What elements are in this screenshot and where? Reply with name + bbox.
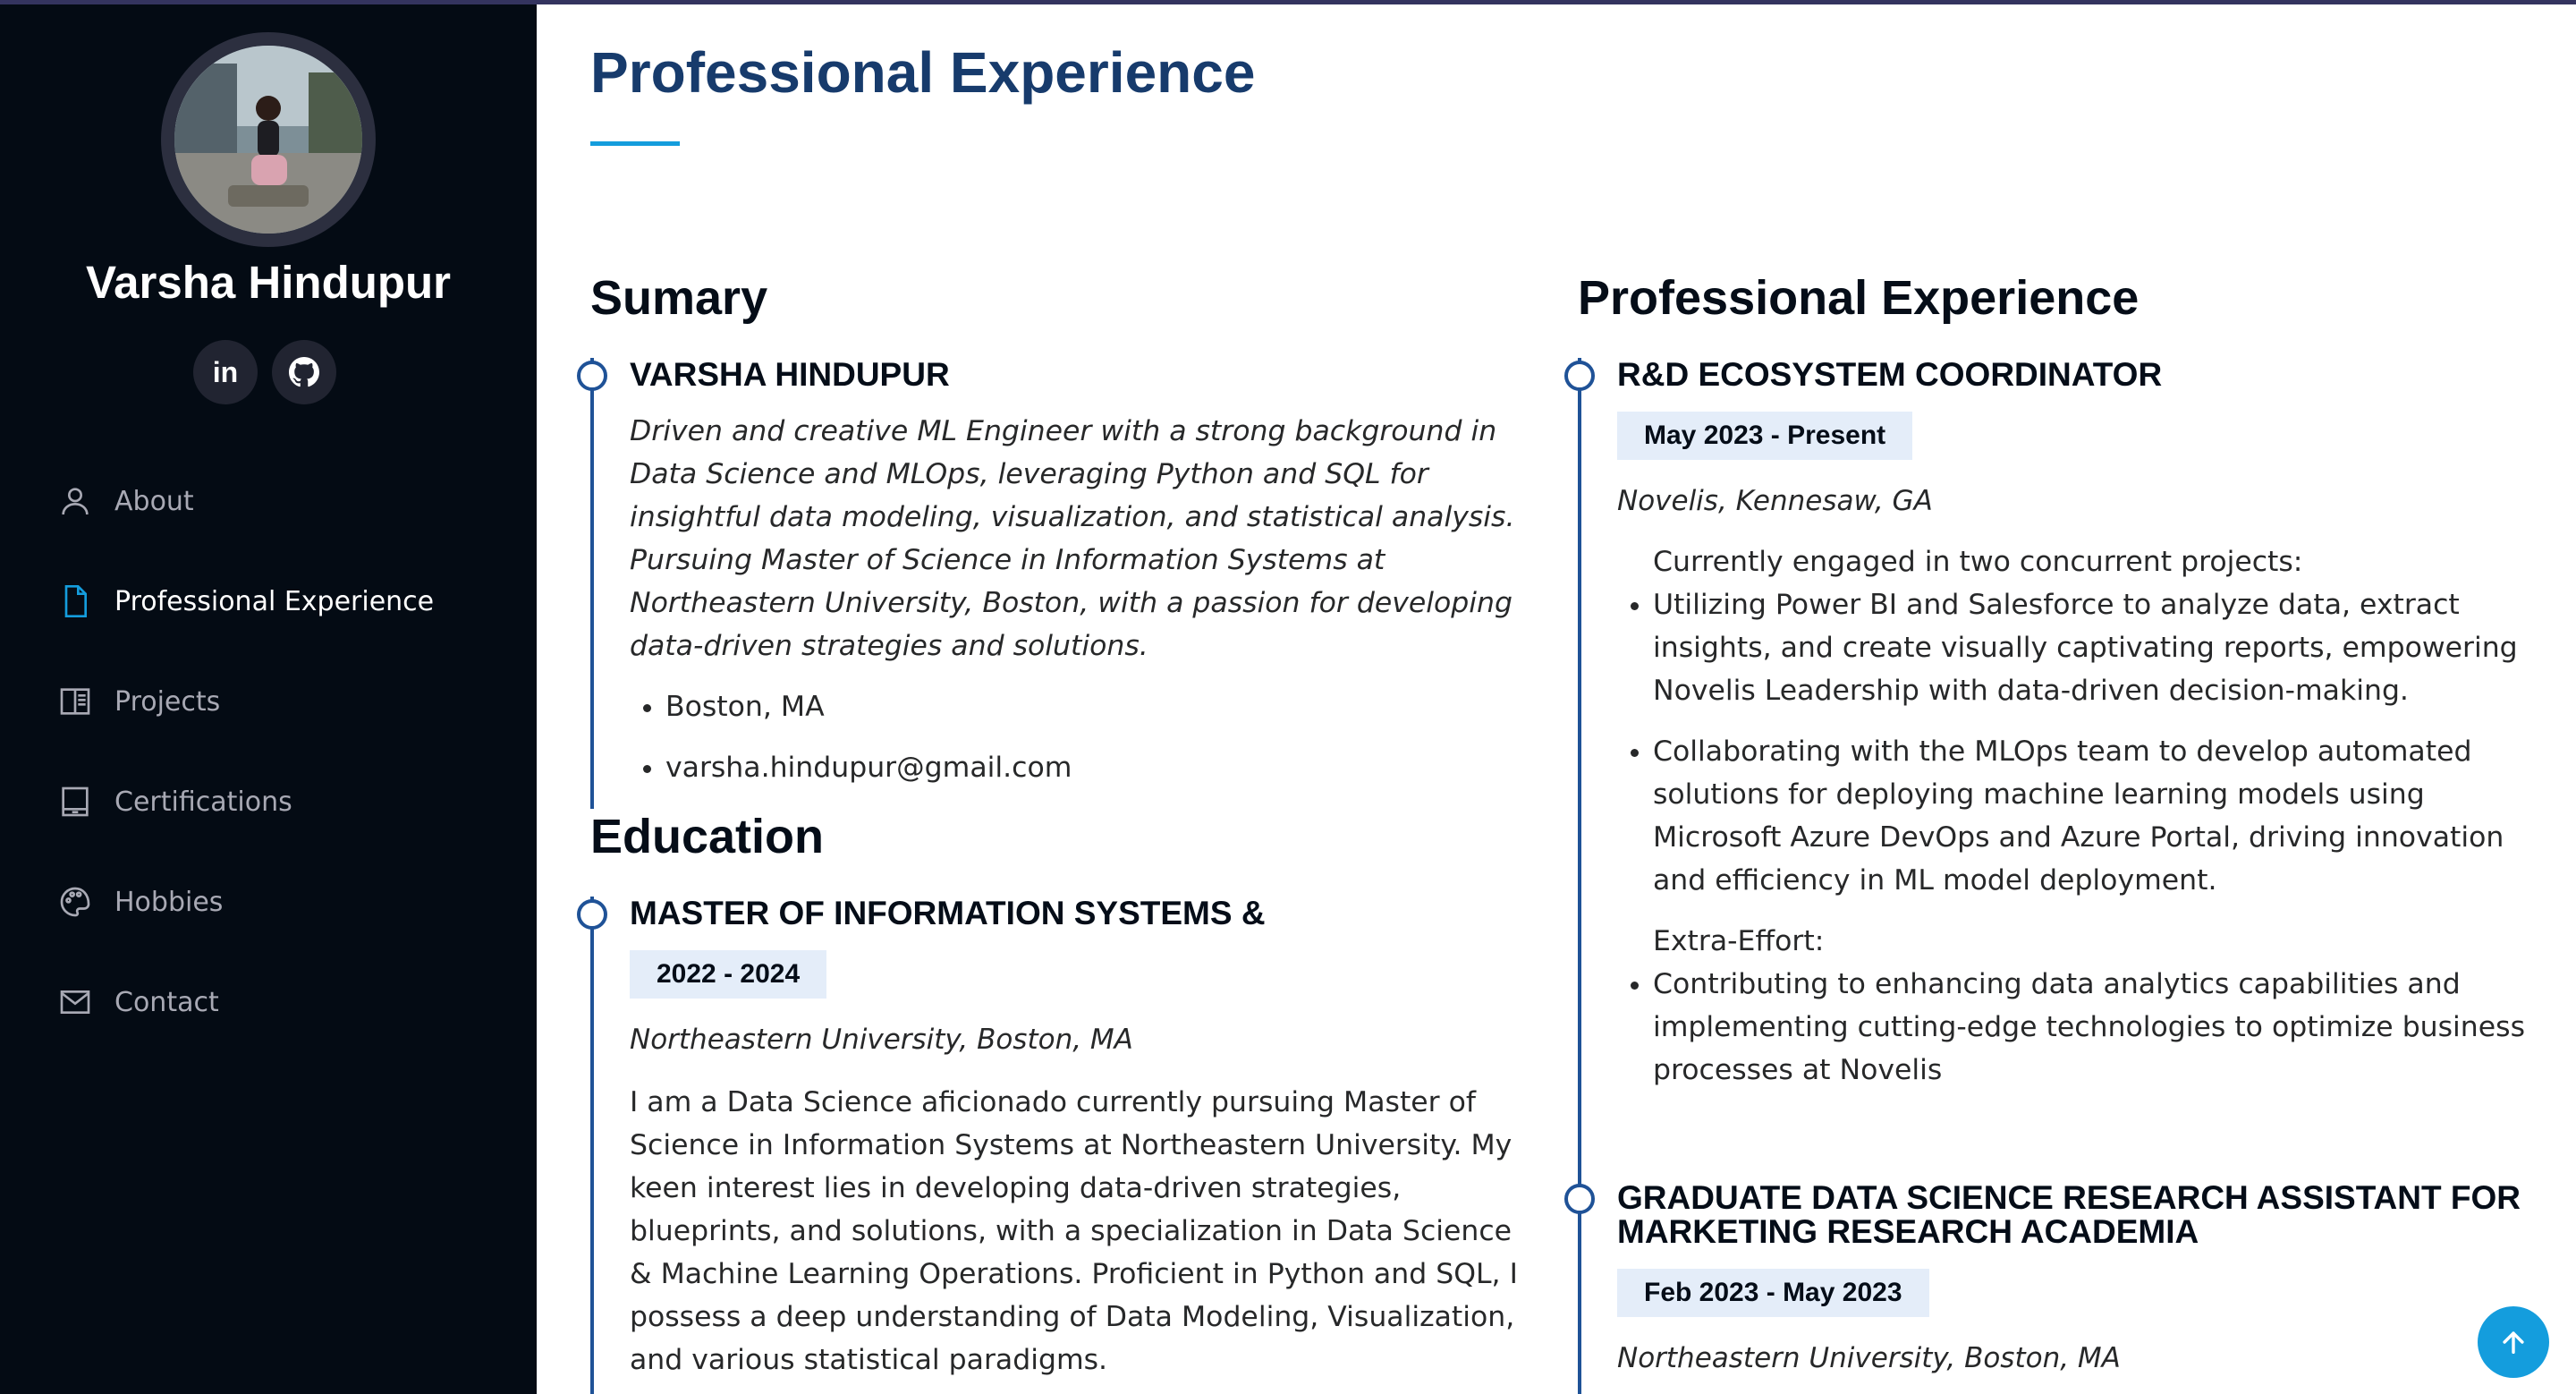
education-date: 2022 - 2024 bbox=[630, 950, 827, 999]
nav-label: Contact bbox=[114, 986, 219, 1018]
nav-label: Hobbies bbox=[114, 886, 224, 918]
summary-heading: Sumary bbox=[590, 271, 768, 325]
education-heading: Education bbox=[590, 810, 825, 863]
profile-avatar bbox=[161, 32, 376, 247]
job-item: GRADUATE DATA SCIENCE RESEARCH ASSISTANT… bbox=[1564, 1179, 2529, 1394]
book-half-icon bbox=[60, 688, 90, 715]
job-bullet: Collaborating with the MLOps team to dev… bbox=[1653, 730, 2529, 902]
nav-item-contact[interactable]: Contact bbox=[55, 975, 219, 1029]
summary-email: varsha.hindupur@gmail.com bbox=[665, 746, 1538, 789]
job-org: Northeastern University, Boston, MA bbox=[1617, 1342, 2121, 1374]
nav-label: Projects bbox=[114, 685, 221, 718]
summary-text: Driven and creative ML Engineer with a s… bbox=[630, 415, 1515, 662]
arrow-up-icon bbox=[2503, 1331, 2524, 1355]
job-title: R&D ECOSYSTEM COORDINATOR bbox=[1617, 356, 2163, 393]
job-org: Novelis, Kennesaw, GA bbox=[1617, 485, 1933, 517]
back-to-top-button[interactable] bbox=[2478, 1306, 2549, 1378]
linkedin-button[interactable]: in bbox=[193, 340, 258, 404]
education-item: MASTER OF INFORMATION SYSTEMS & 2022 - 2… bbox=[577, 895, 1538, 1394]
github-icon bbox=[289, 357, 319, 387]
file-icon bbox=[64, 585, 87, 617]
education-text: I am a Data Science aficionado currently… bbox=[630, 1086, 1518, 1376]
experience-heading: Professional Experience bbox=[1578, 271, 2140, 325]
page-title: Professional Experience bbox=[590, 40, 1256, 105]
sidebar: Varsha Hindupur in About Professional Ex… bbox=[0, 0, 537, 1394]
nav-item-projects[interactable]: Projects bbox=[55, 675, 220, 728]
summary-item: VARSHA HINDUPUR Driven and creative ML E… bbox=[577, 356, 1538, 809]
palette-icon bbox=[60, 887, 90, 917]
job-extra-label: Extra-Effort: bbox=[1653, 925, 1825, 957]
linkedin-icon: in bbox=[212, 355, 239, 388]
tablet-icon bbox=[62, 786, 89, 817]
envelope-icon bbox=[60, 990, 90, 1014]
person-icon bbox=[62, 488, 89, 515]
profile-photo bbox=[174, 46, 362, 234]
job-item: R&D ECOSYSTEM COORDINATOR May 2023 - Pre… bbox=[1564, 356, 2529, 1181]
nav-item-hobbies[interactable]: Hobbies bbox=[55, 875, 223, 929]
nav-item-certifications[interactable]: Certifications bbox=[55, 775, 292, 829]
job-title: GRADUATE DATA SCIENCE RESEARCH ASSISTANT… bbox=[1617, 1179, 2521, 1250]
timeline-dot bbox=[1564, 1184, 1595, 1214]
nav-item-professional-experience[interactable]: Professional Experience bbox=[55, 574, 434, 628]
nav-label: About bbox=[114, 485, 194, 517]
title-underline bbox=[590, 141, 680, 146]
education-org: Northeastern University, Boston, MA bbox=[630, 1024, 1133, 1056]
job-bullet: Contributing to enhancing data analytics… bbox=[1653, 963, 2529, 1092]
nav-label: Professional Experience bbox=[114, 585, 435, 617]
job-intro: Currently engaged in two concurrent proj… bbox=[1653, 546, 2303, 578]
job-date: May 2023 - Present bbox=[1617, 412, 1913, 460]
job-extra-bullets: Contributing to enhancing data analytics… bbox=[1617, 963, 2529, 1092]
education-degree: MASTER OF INFORMATION SYSTEMS & bbox=[630, 895, 1266, 931]
summary-contact-list: Boston, MA varsha.hindupur@gmail.com bbox=[630, 685, 1538, 789]
github-button[interactable] bbox=[272, 340, 336, 404]
summary-name: VARSHA HINDUPUR bbox=[630, 356, 950, 393]
profile-name: Varsha Hindupur bbox=[85, 257, 452, 308]
job-bullet: Utilizing Power BI and Salesforce to ana… bbox=[1653, 583, 2529, 712]
summary-location: Boston, MA bbox=[665, 685, 1538, 728]
top-accent-bar bbox=[0, 0, 2576, 4]
job-date: Feb 2023 - May 2023 bbox=[1617, 1269, 1929, 1317]
nav-item-about[interactable]: About bbox=[55, 474, 194, 528]
timeline-dot bbox=[577, 899, 607, 930]
nav-label: Certifications bbox=[114, 786, 292, 818]
timeline-dot bbox=[1564, 361, 1595, 391]
timeline-dot bbox=[577, 361, 607, 391]
job-bullets: Utilizing Power BI and Salesforce to ana… bbox=[1617, 583, 2529, 902]
